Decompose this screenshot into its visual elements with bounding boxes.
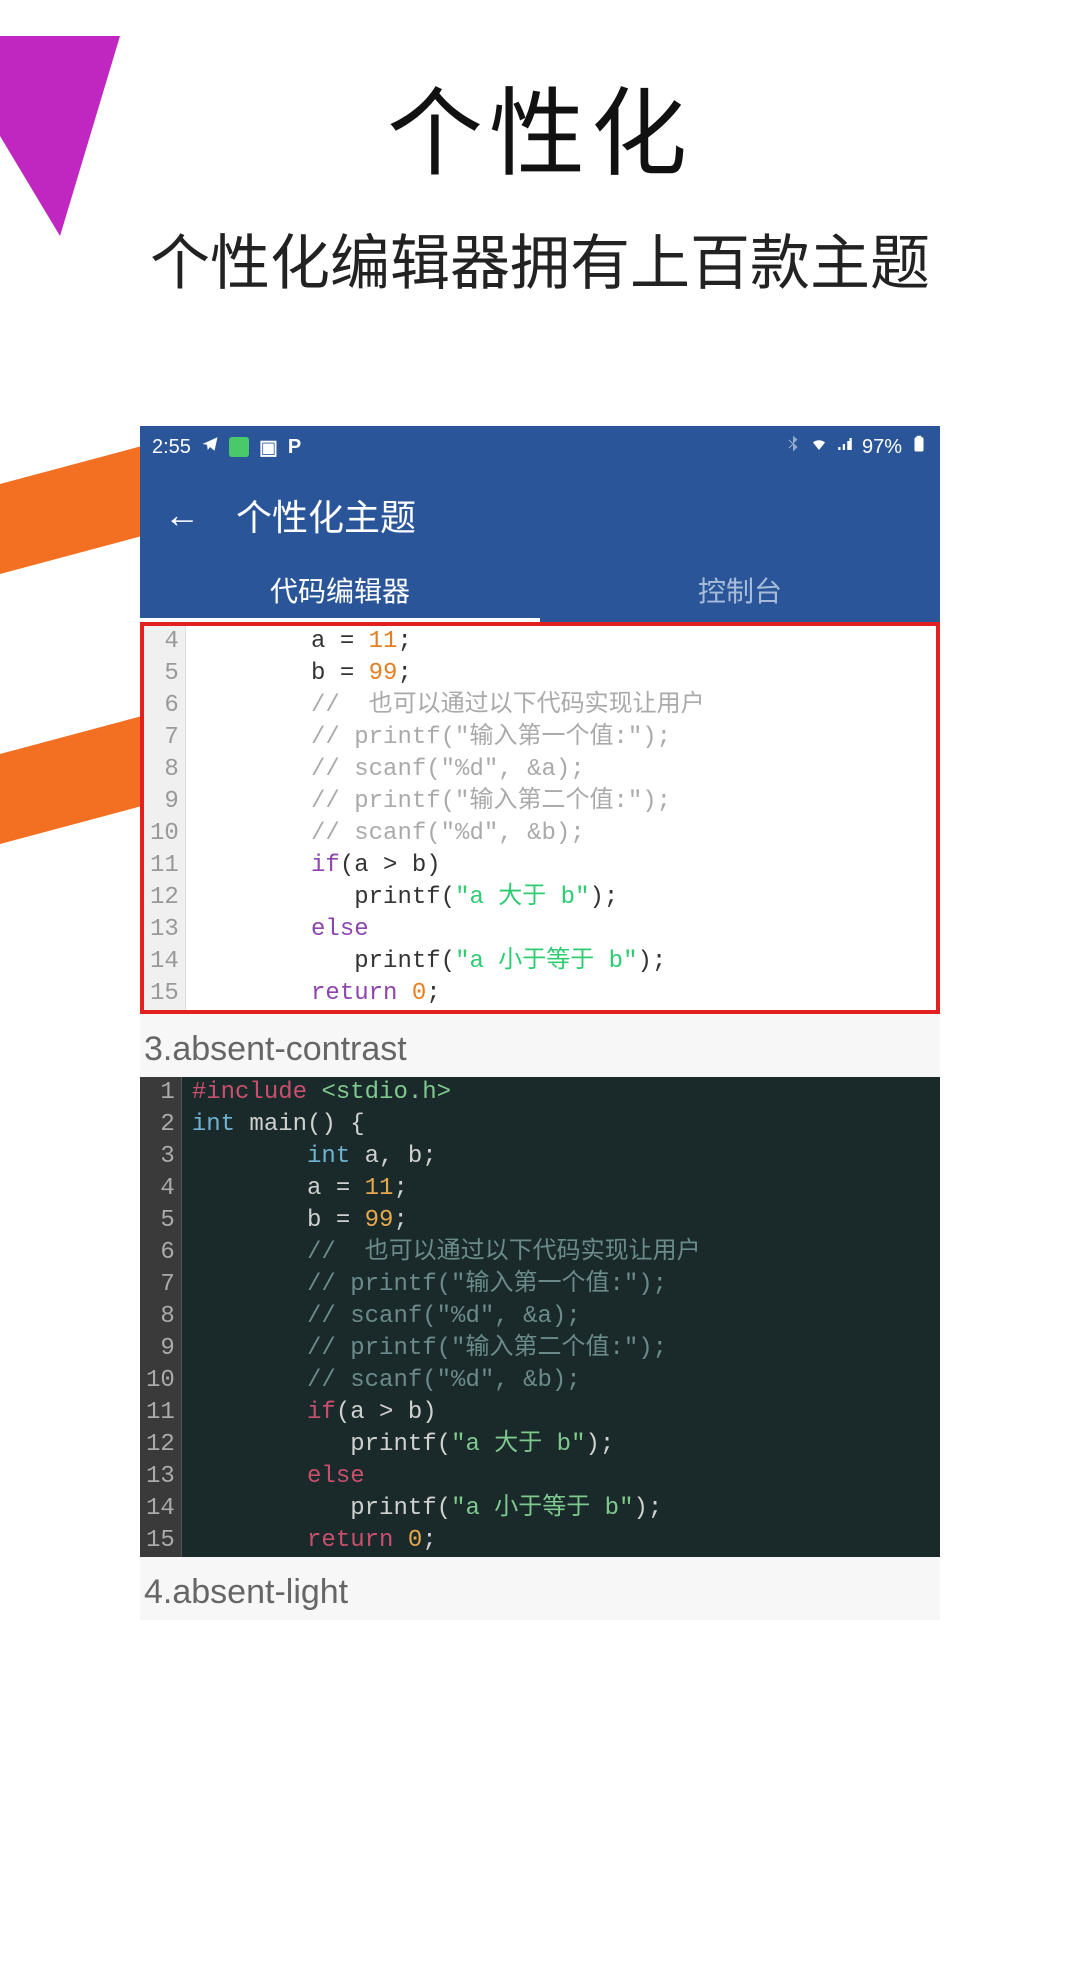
status-time: 2:55 xyxy=(152,436,191,459)
theme-label-4: 4.absent-light xyxy=(144,1573,940,1612)
battery-percent: 97% xyxy=(862,436,902,459)
code-body-dark: #include <stdio.h>int main() { int a, b;… xyxy=(182,1077,701,1557)
bluetooth-icon xyxy=(784,435,802,459)
battery-icon xyxy=(910,435,928,459)
wifi-icon xyxy=(810,435,828,459)
app-icon-green xyxy=(229,437,249,457)
app-bar: ← 个性化主题 xyxy=(140,468,940,562)
decor-triangle-purple xyxy=(0,36,120,236)
theme-preview-dark[interactable]: 123456789101112131415 #include <stdio.h>… xyxy=(140,1077,940,1557)
tab-code-editor[interactable]: 代码编辑器 xyxy=(140,562,540,622)
theme-label-3: 3.absent-contrast xyxy=(144,1030,940,1069)
decor-stripe-orange-1 xyxy=(0,447,140,596)
status-bar: 2:55 ▣ P 97% xyxy=(140,426,940,468)
tab-console[interactable]: 控制台 xyxy=(540,562,940,622)
appbar-title: 个性化主题 xyxy=(236,489,416,541)
theme-preview-light[interactable]: 456789101112131415 a = 11; b = 99; // 也可… xyxy=(140,622,940,1014)
p-icon: P xyxy=(288,436,301,459)
page-subtitle: 个性化编辑器拥有上百款主题 xyxy=(0,215,1080,302)
code-body-light: a = 11; b = 99; // 也可以通过以下代码实现让用户 // pri… xyxy=(186,626,705,1010)
decor-stripe-orange-2 xyxy=(0,717,140,866)
phone-mockup: 2:55 ▣ P 97% ← 个性化主题 xyxy=(140,426,940,1620)
telegram-icon xyxy=(201,435,219,459)
tab-bar: 代码编辑器 控制台 xyxy=(140,562,940,622)
line-gutter-dark: 123456789101112131415 xyxy=(140,1077,182,1557)
calendar-icon: ▣ xyxy=(259,435,278,460)
back-button[interactable]: ← xyxy=(164,494,200,536)
page-title: 个性化 xyxy=(0,56,1080,195)
line-gutter-light: 456789101112131415 xyxy=(144,626,186,1010)
signal-icon xyxy=(836,435,854,459)
